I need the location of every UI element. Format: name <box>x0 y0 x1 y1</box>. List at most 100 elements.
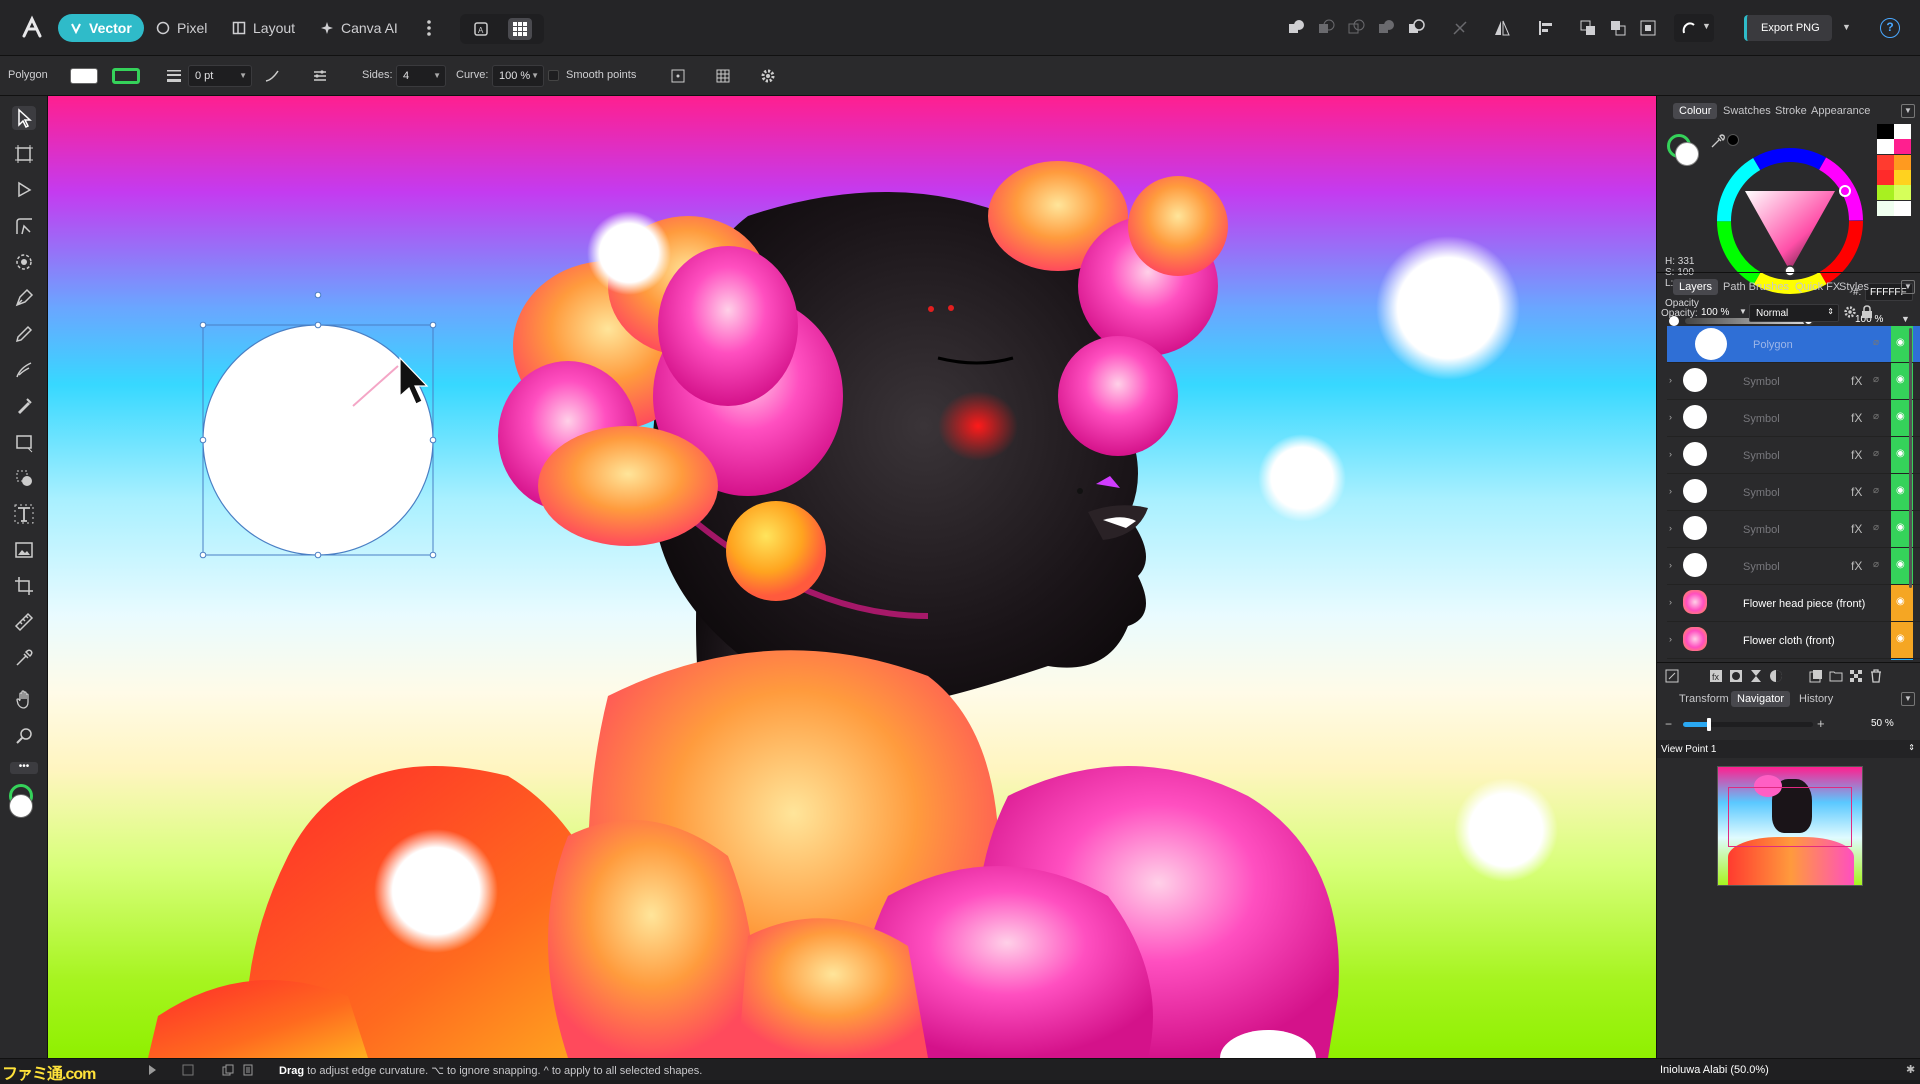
pen-tool[interactable] <box>12 286 36 310</box>
swatch[interactable] <box>1894 139 1911 155</box>
tab-layers[interactable]: Layers <box>1673 279 1719 295</box>
colour-fill-well[interactable] <box>1675 142 1699 166</box>
persona-layout[interactable]: Layout <box>220 14 307 42</box>
export-chevron-icon[interactable]: ▼ <box>1842 22 1851 32</box>
swatch[interactable] <box>1877 185 1894 201</box>
expand-chevron-icon[interactable]: › <box>1669 634 1672 644</box>
zoom-tool[interactable] <box>12 724 36 748</box>
live-filter-icon[interactable] <box>1769 669 1783 683</box>
layer-row[interactable]: › Symbol fX ⌀ ◉ <box>1667 474 1920 511</box>
artboard-tool[interactable] <box>12 142 36 166</box>
move-tool[interactable] <box>12 106 36 130</box>
fill-tool[interactable] <box>12 394 36 418</box>
view-point-select[interactable]: View Point 1 ⇕ <box>1657 740 1920 758</box>
stroke-width-field[interactable]: 0 pt ▼ <box>188 65 252 87</box>
swatch[interactable] <box>1894 124 1911 139</box>
expand-chevron-icon[interactable]: › <box>1669 412 1672 422</box>
tab-navigator[interactable]: Navigator <box>1731 691 1791 707</box>
expand-chevron-icon[interactable]: › <box>1669 560 1672 570</box>
persona-canva-ai[interactable]: Canva AI <box>308 14 410 42</box>
more-menu-icon[interactable] <box>424 18 434 38</box>
rectangle-tool[interactable] <box>12 430 36 454</box>
swatch[interactable] <box>1877 169 1894 185</box>
edit-layer-icon[interactable] <box>1665 669 1679 683</box>
layers-scrollbar[interactable] <box>1909 328 1912 588</box>
checkerboard-icon[interactable] <box>1849 669 1863 683</box>
export-button[interactable]: Export PNG <box>1744 15 1832 41</box>
document-icon[interactable] <box>242 1064 254 1076</box>
measure-tool[interactable] <box>12 610 36 634</box>
group-icon[interactable] <box>1829 669 1843 683</box>
link-icon[interactable]: ⌀ <box>1873 522 1879 533</box>
layer-row[interactable]: › Symbol fX ⌀ ◉ <box>1667 363 1920 400</box>
arrange-front-icon[interactable] <box>1578 18 1598 38</box>
layer-settings-gear-icon[interactable] <box>1843 305 1857 319</box>
tab-styles[interactable]: Styles <box>1833 279 1875 295</box>
pencil-tool[interactable] <box>12 322 36 346</box>
play-icon[interactable] <box>146 1064 158 1076</box>
record-icon[interactable] <box>182 1064 194 1076</box>
tab-history[interactable]: History <box>1793 691 1839 707</box>
expand-chevron-icon[interactable]: › <box>1669 375 1672 385</box>
layer-row[interactable]: Polygon ⌀ ◉ <box>1667 326 1920 363</box>
opacity-chevron-icon[interactable]: ▼ <box>1901 314 1910 324</box>
swatch[interactable] <box>1877 139 1894 155</box>
boolean-xor-icon[interactable] <box>1376 18 1396 38</box>
vector-brush-tool[interactable] <box>12 358 36 382</box>
swatch[interactable] <box>1894 200 1911 216</box>
expand-chevron-icon[interactable]: › <box>1669 449 1672 459</box>
layer-row[interactable]: › Symbol fX ⌀ ◉ <box>1667 400 1920 437</box>
mask-icon[interactable] <box>1729 669 1743 683</box>
colour-wheel[interactable] <box>1715 146 1865 296</box>
layer-fx-badge[interactable]: fX <box>1851 485 1862 499</box>
boolean-intersect-icon[interactable] <box>1346 18 1366 38</box>
boolean-add-icon[interactable] <box>1286 18 1306 38</box>
align-icon[interactable] <box>1536 18 1556 38</box>
zoom-in-icon[interactable]: + <box>1817 716 1825 731</box>
zoom-slider[interactable] <box>1683 718 1813 731</box>
contour-tool[interactable] <box>12 250 36 274</box>
arrange-back-icon[interactable] <box>1608 18 1628 38</box>
stroke-options-icon[interactable] <box>312 68 328 84</box>
flip-icon[interactable] <box>1492 18 1512 38</box>
snapping-toggle[interactable]: ▼ <box>1674 14 1714 42</box>
app-logo[interactable] <box>18 14 46 42</box>
tab-path-brushes[interactable]: Path Brushes <box>1717 279 1795 295</box>
artistic-text-tool[interactable] <box>12 502 36 526</box>
hand-tool[interactable] <box>12 688 36 712</box>
boolean-subtract-icon[interactable] <box>1316 18 1336 38</box>
swatch[interactable] <box>1894 169 1911 185</box>
layer-visibility-toggle[interactable]: ◉ <box>1891 585 1913 621</box>
tab-transform[interactable]: Transform <box>1673 691 1735 707</box>
swatch[interactable] <box>1894 185 1911 201</box>
layer-fx-badge[interactable]: fX <box>1851 448 1862 462</box>
link-icon[interactable]: ⌀ <box>1873 485 1879 496</box>
layer-row[interactable]: › Symbol fX ⌀ ◉ <box>1667 548 1920 585</box>
studio-link-button[interactable]: A <box>460 14 544 44</box>
add-pixel-layer-icon[interactable] <box>1809 669 1823 683</box>
trash-icon[interactable] <box>1869 669 1883 683</box>
expand-chevron-icon[interactable]: › <box>1669 523 1672 533</box>
panel-menu-icon[interactable]: ▼ <box>1901 280 1915 294</box>
stroke-swatch[interactable] <box>112 68 140 84</box>
layer-row[interactable]: ⌄Portrait◉ <box>1667 659 1920 660</box>
adjustment-icon[interactable] <box>1749 669 1763 683</box>
star-icon[interactable]: ✱ <box>1906 1063 1915 1076</box>
settings-gear-icon[interactable] <box>760 68 776 84</box>
layer-fx-badge[interactable]: fX <box>1851 411 1862 425</box>
expand-chevron-icon[interactable]: › <box>1669 486 1672 496</box>
lock-icon[interactable] <box>1861 305 1873 319</box>
link-icon[interactable]: ⌀ <box>1873 448 1879 459</box>
transform-origin-icon[interactable] <box>670 68 686 84</box>
link-icon[interactable]: ⌀ <box>1873 411 1879 422</box>
tab-swatches[interactable]: Swatches <box>1717 103 1777 119</box>
pathfinder-icon[interactable] <box>1450 18 1470 38</box>
crop-tool[interactable] <box>12 574 36 598</box>
node-tool[interactable] <box>12 178 36 202</box>
eyedropper-tool[interactable] <box>12 646 36 670</box>
panel-menu-icon[interactable]: ▼ <box>1901 692 1915 706</box>
fill-swatch[interactable] <box>70 68 98 84</box>
help-button[interactable]: ? <box>1880 18 1900 38</box>
swatch[interactable] <box>1877 200 1894 216</box>
pressure-icon[interactable] <box>264 68 280 84</box>
